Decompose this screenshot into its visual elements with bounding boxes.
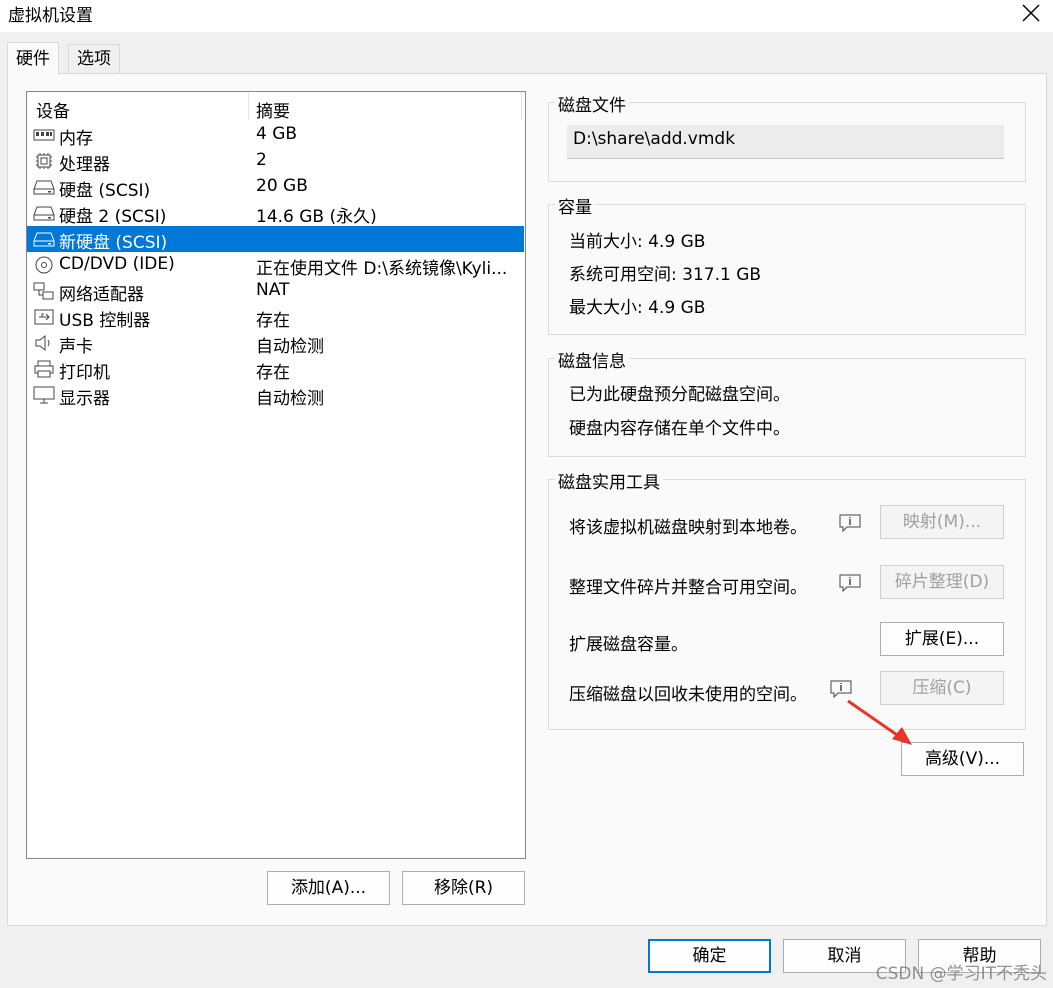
device-row-harddisk-2[interactable]: 硬盘 2 (SCSI) 14.6 GB (永久) — [27, 200, 524, 227]
available-space: 系统可用空间: 317.1 GB — [569, 265, 762, 285]
disk-info-label: 磁盘信息 — [555, 347, 629, 372]
device-summary: 自动检测 — [256, 389, 324, 409]
device-row-harddisk[interactable]: 硬盘 (SCSI) 20 GB — [27, 174, 524, 201]
device-row-printer[interactable]: 打印机 存在 — [27, 356, 524, 383]
tab-options[interactable]: 选项 — [68, 44, 120, 73]
usb-icon — [34, 309, 54, 325]
device-summary: 4 GB — [256, 124, 298, 144]
ok-button[interactable]: 确定 — [648, 939, 771, 973]
current-size: 当前大小: 4.9 GB — [569, 232, 706, 252]
disk-utilities-label: 磁盘实用工具 — [555, 468, 663, 493]
close-icon — [1022, 4, 1040, 22]
device-row-sound-card[interactable]: 声卡 自动检测 — [27, 330, 524, 357]
annotation-arrow — [847, 699, 912, 745]
disk-file-path: D:\share\add.vmdk — [573, 129, 736, 149]
device-summary: 自动检测 — [256, 337, 324, 357]
max-size: 最大大小: 4.9 GB — [569, 298, 706, 318]
device-list-header: 设备 摘要 — [27, 92, 525, 122]
sound-card-icon — [35, 334, 50, 352]
add-device-button[interactable]: 添加(A)... — [267, 871, 390, 905]
device-name: 新硬盘 (SCSI) — [59, 233, 168, 253]
device-name: 显示器 — [59, 389, 110, 409]
device-summary: 正在使用文件 D:\系统镜像\Kyli... — [256, 259, 508, 279]
device-name: CD/DVD (IDE) — [59, 254, 175, 274]
map-button[interactable]: 映射(M)... — [880, 505, 1004, 539]
device-name: 网络适配器 — [59, 285, 144, 305]
info-icon[interactable] — [839, 514, 861, 532]
expand-description: 扩展磁盘容量。 — [569, 635, 688, 655]
device-row-new-harddisk[interactable]: 新硬盘 (SCSI) — [27, 226, 524, 253]
device-row-cd-dvd[interactable]: CD/DVD (IDE) 正在使用文件 D:\系统镜像\Kyli... — [27, 252, 524, 279]
device-summary: 2 — [256, 150, 267, 170]
expand-button[interactable]: 扩展(E)... — [880, 622, 1004, 656]
harddisk-icon — [33, 232, 55, 247]
title-bar: 虚拟机设置 — [0, 0, 1053, 32]
device-summary: NAT — [256, 280, 290, 300]
device-list[interactable]: 设备 摘要 内存 4 GB 处理器 2 硬盘 (SCSI) 20 GB 硬盘 2… — [26, 91, 526, 859]
watermark: CSDN @学习IT不秃头 — [875, 964, 1047, 984]
device-summary: 20 GB — [256, 176, 308, 196]
cd-dvd-icon — [35, 256, 53, 274]
network-adapter-icon — [33, 282, 54, 300]
device-row-usb-controller[interactable]: USB 控制器 存在 — [27, 304, 524, 331]
device-row-memory[interactable]: 内存 4 GB — [27, 122, 524, 149]
device-row-processor[interactable]: 处理器 2 — [27, 148, 524, 175]
column-header-device[interactable]: 设备 — [36, 97, 70, 122]
defragment-button[interactable]: 碎片整理(D) — [880, 565, 1004, 599]
device-name: 硬盘 (SCSI) — [59, 181, 151, 201]
info-icon[interactable] — [839, 574, 861, 592]
compact-description: 压缩磁盘以回收未使用的空间。 — [569, 685, 807, 705]
remove-device-button[interactable]: 移除(R) — [402, 871, 525, 905]
window-title: 虚拟机设置 — [8, 6, 93, 26]
harddisk-icon — [33, 206, 55, 221]
column-divider[interactable] — [248, 92, 249, 120]
disk-info-group — [548, 358, 1026, 457]
map-description: 将该虚拟机磁盘映射到本地卷。 — [569, 518, 807, 538]
device-name: 声卡 — [59, 337, 93, 357]
memory-icon — [33, 129, 55, 141]
device-summary: 存在 — [256, 311, 290, 331]
device-summary: 14.6 GB (永久) — [256, 207, 377, 227]
processor-icon — [36, 153, 52, 169]
defrag-description: 整理文件碎片并整合可用空间。 — [569, 578, 807, 598]
disk-info-line-1: 已为此硬盘预分配磁盘空间。 — [569, 385, 790, 405]
device-row-network-adapter[interactable]: 网络适配器 NAT — [27, 278, 524, 305]
tab-hardware[interactable]: 硬件 — [7, 42, 59, 75]
display-icon — [33, 386, 55, 404]
disk-file-label: 磁盘文件 — [555, 91, 629, 116]
harddisk-icon — [33, 180, 55, 195]
device-summary: 存在 — [256, 363, 290, 383]
disk-file-path-field[interactable]: D:\share\add.vmdk — [567, 125, 1004, 159]
printer-icon — [34, 360, 54, 378]
device-row-display[interactable]: 显示器 自动检测 — [27, 382, 524, 409]
device-name: 处理器 — [59, 155, 110, 175]
capacity-label: 容量 — [555, 193, 595, 218]
device-name: USB 控制器 — [59, 311, 151, 331]
tab-strip: 硬件 选项 — [0, 32, 1053, 75]
column-divider[interactable] — [521, 92, 522, 120]
column-header-summary[interactable]: 摘要 — [256, 97, 290, 122]
device-name: 硬盘 2 (SCSI) — [59, 207, 167, 227]
device-name: 内存 — [59, 129, 93, 149]
disk-info-line-2: 硬盘内容存储在单个文件中。 — [569, 419, 790, 439]
close-button[interactable] — [1007, 0, 1053, 32]
device-name: 打印机 — [59, 363, 110, 383]
